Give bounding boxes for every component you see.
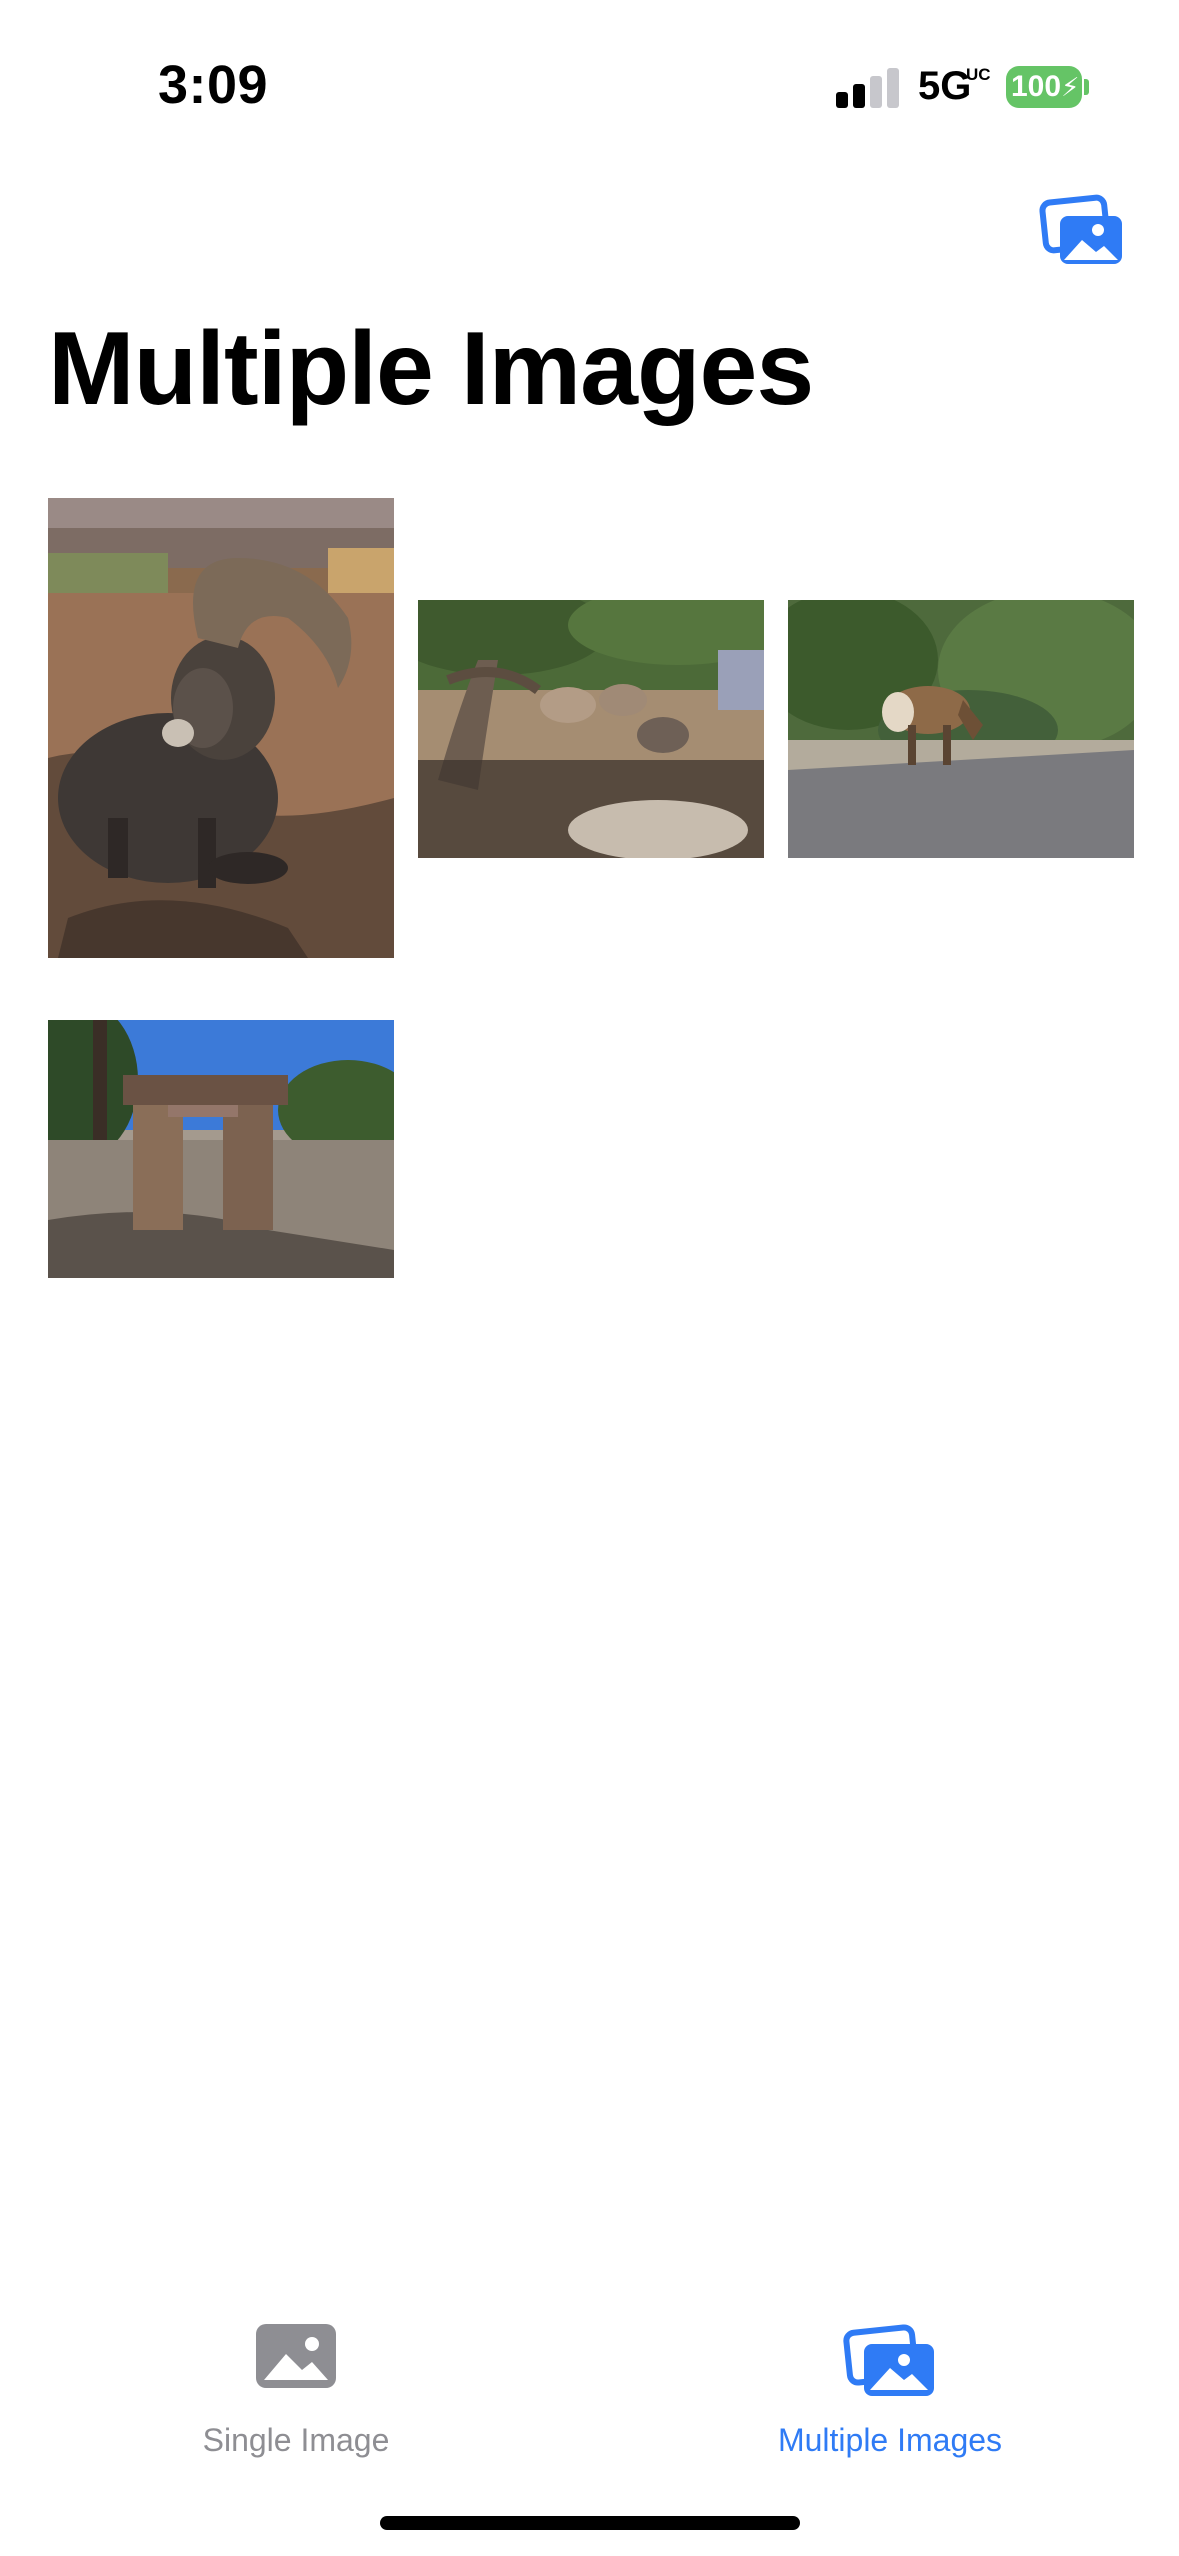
network-type: 5G [918, 64, 972, 108]
photo-icon [254, 2322, 338, 2395]
signal-bar [853, 84, 865, 108]
tab-single-image[interactable]: Single Image [86, 2310, 506, 2470]
page-title: Multiple Images [48, 311, 814, 427]
photo-stack-icon [1039, 194, 1122, 264]
photo-stack-icon [842, 2322, 938, 2403]
signal-bar [870, 76, 882, 108]
photo-thumbnail[interactable] [418, 600, 764, 858]
photo-thumbnail[interactable] [48, 498, 394, 958]
battery-tip [1084, 79, 1089, 95]
photo-thumbnail[interactable] [788, 600, 1134, 858]
network-subtype: UC [966, 65, 991, 84]
signal-bar [836, 92, 848, 108]
status-time: 3:09 [158, 55, 269, 115]
ram-photo-image [48, 498, 394, 958]
screen: 3:09 5G UC 100⚡ Multiple Images Single I… [0, 0, 1179, 2556]
signal-bar [887, 68, 899, 108]
tab-multiple-images[interactable]: Multiple Images [680, 2310, 1100, 2470]
sheep-photo-image [418, 600, 764, 858]
photo-thumbnail[interactable] [48, 1020, 394, 1278]
archway-photo-image [48, 1020, 394, 1278]
elk-photo-image [788, 600, 1134, 858]
battery-icon: 100⚡ [1006, 66, 1082, 108]
battery-level: 100 [1011, 70, 1062, 103]
photo-picker-button[interactable] [1038, 190, 1128, 270]
tab-label: Single Image [202, 2422, 390, 2458]
home-indicator[interactable] [380, 2516, 800, 2530]
signal-strength-icon [836, 68, 900, 108]
tab-label: Multiple Images [777, 2422, 1003, 2458]
charging-bolt-icon: ⚡ [1061, 72, 1080, 102]
